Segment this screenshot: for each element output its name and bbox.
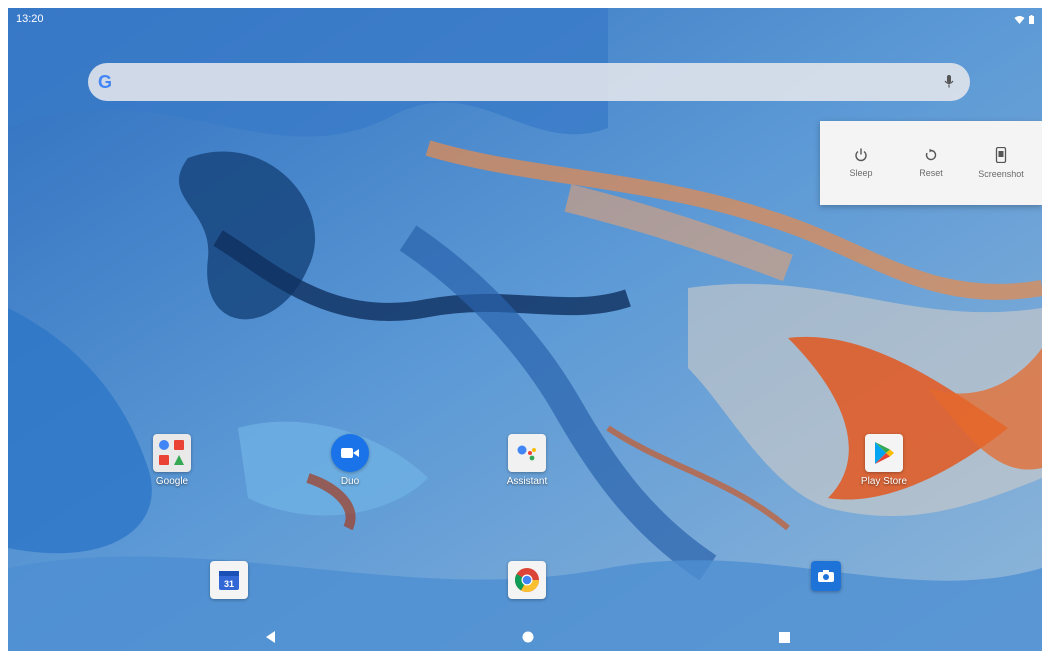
navigation-bar	[8, 623, 1042, 651]
home-icon	[522, 631, 534, 643]
app-duo[interactable]: Duo	[305, 434, 395, 487]
app-label: Play Store	[860, 476, 908, 487]
app-label: Duo	[340, 476, 360, 487]
google-logo-icon: G	[98, 71, 113, 92]
home-button[interactable]	[518, 627, 538, 647]
dock-camera[interactable]	[781, 561, 871, 591]
assistant-icon	[508, 434, 546, 472]
app-assistant[interactable]: Assistant	[482, 434, 572, 487]
app-google-folder[interactable]: Google	[127, 434, 217, 487]
app-play-store[interactable]: Play Store	[839, 434, 929, 487]
google-folder-icon	[153, 434, 191, 472]
app-label: Assistant	[506, 476, 548, 487]
wifi-icon	[1014, 15, 1025, 24]
dock-calendar[interactable]: 31	[184, 561, 274, 599]
calendar-icon: 31	[210, 561, 248, 599]
power-option-reset[interactable]: Reset	[898, 148, 964, 178]
power-option-screenshot[interactable]: Screenshot	[968, 147, 1034, 179]
google-search-bar[interactable]: G	[88, 63, 970, 101]
restart-icon	[925, 148, 937, 161]
status-bar: 13:20	[8, 8, 1042, 30]
camera-icon	[811, 561, 841, 591]
home-screen: 13:20 G Sleep Reset Screenshot Google Du…	[8, 8, 1042, 651]
dock-chrome[interactable]	[482, 561, 572, 599]
microphone-icon[interactable]	[944, 75, 954, 89]
recents-button[interactable]	[774, 627, 794, 647]
play-store-icon	[865, 434, 903, 472]
back-icon	[266, 631, 275, 643]
calendar-date: 31	[224, 579, 234, 589]
power-menu: Sleep Reset Screenshot	[820, 121, 1042, 205]
power-icon	[855, 148, 867, 162]
screenshot-icon	[995, 147, 1007, 163]
wallpaper	[8, 8, 1042, 651]
power-option-label: Reset	[919, 168, 943, 178]
battery-icon	[1029, 14, 1034, 24]
power-option-label: Sleep	[849, 168, 873, 178]
status-time: 13:20	[16, 13, 44, 25]
back-button[interactable]	[261, 627, 281, 647]
app-label: Google	[155, 476, 189, 487]
power-option-label: Screenshot	[978, 169, 1024, 179]
chrome-icon	[508, 561, 546, 599]
duo-icon	[331, 434, 369, 472]
recents-icon	[778, 631, 790, 643]
power-option-sleep[interactable]: Sleep	[828, 148, 894, 178]
